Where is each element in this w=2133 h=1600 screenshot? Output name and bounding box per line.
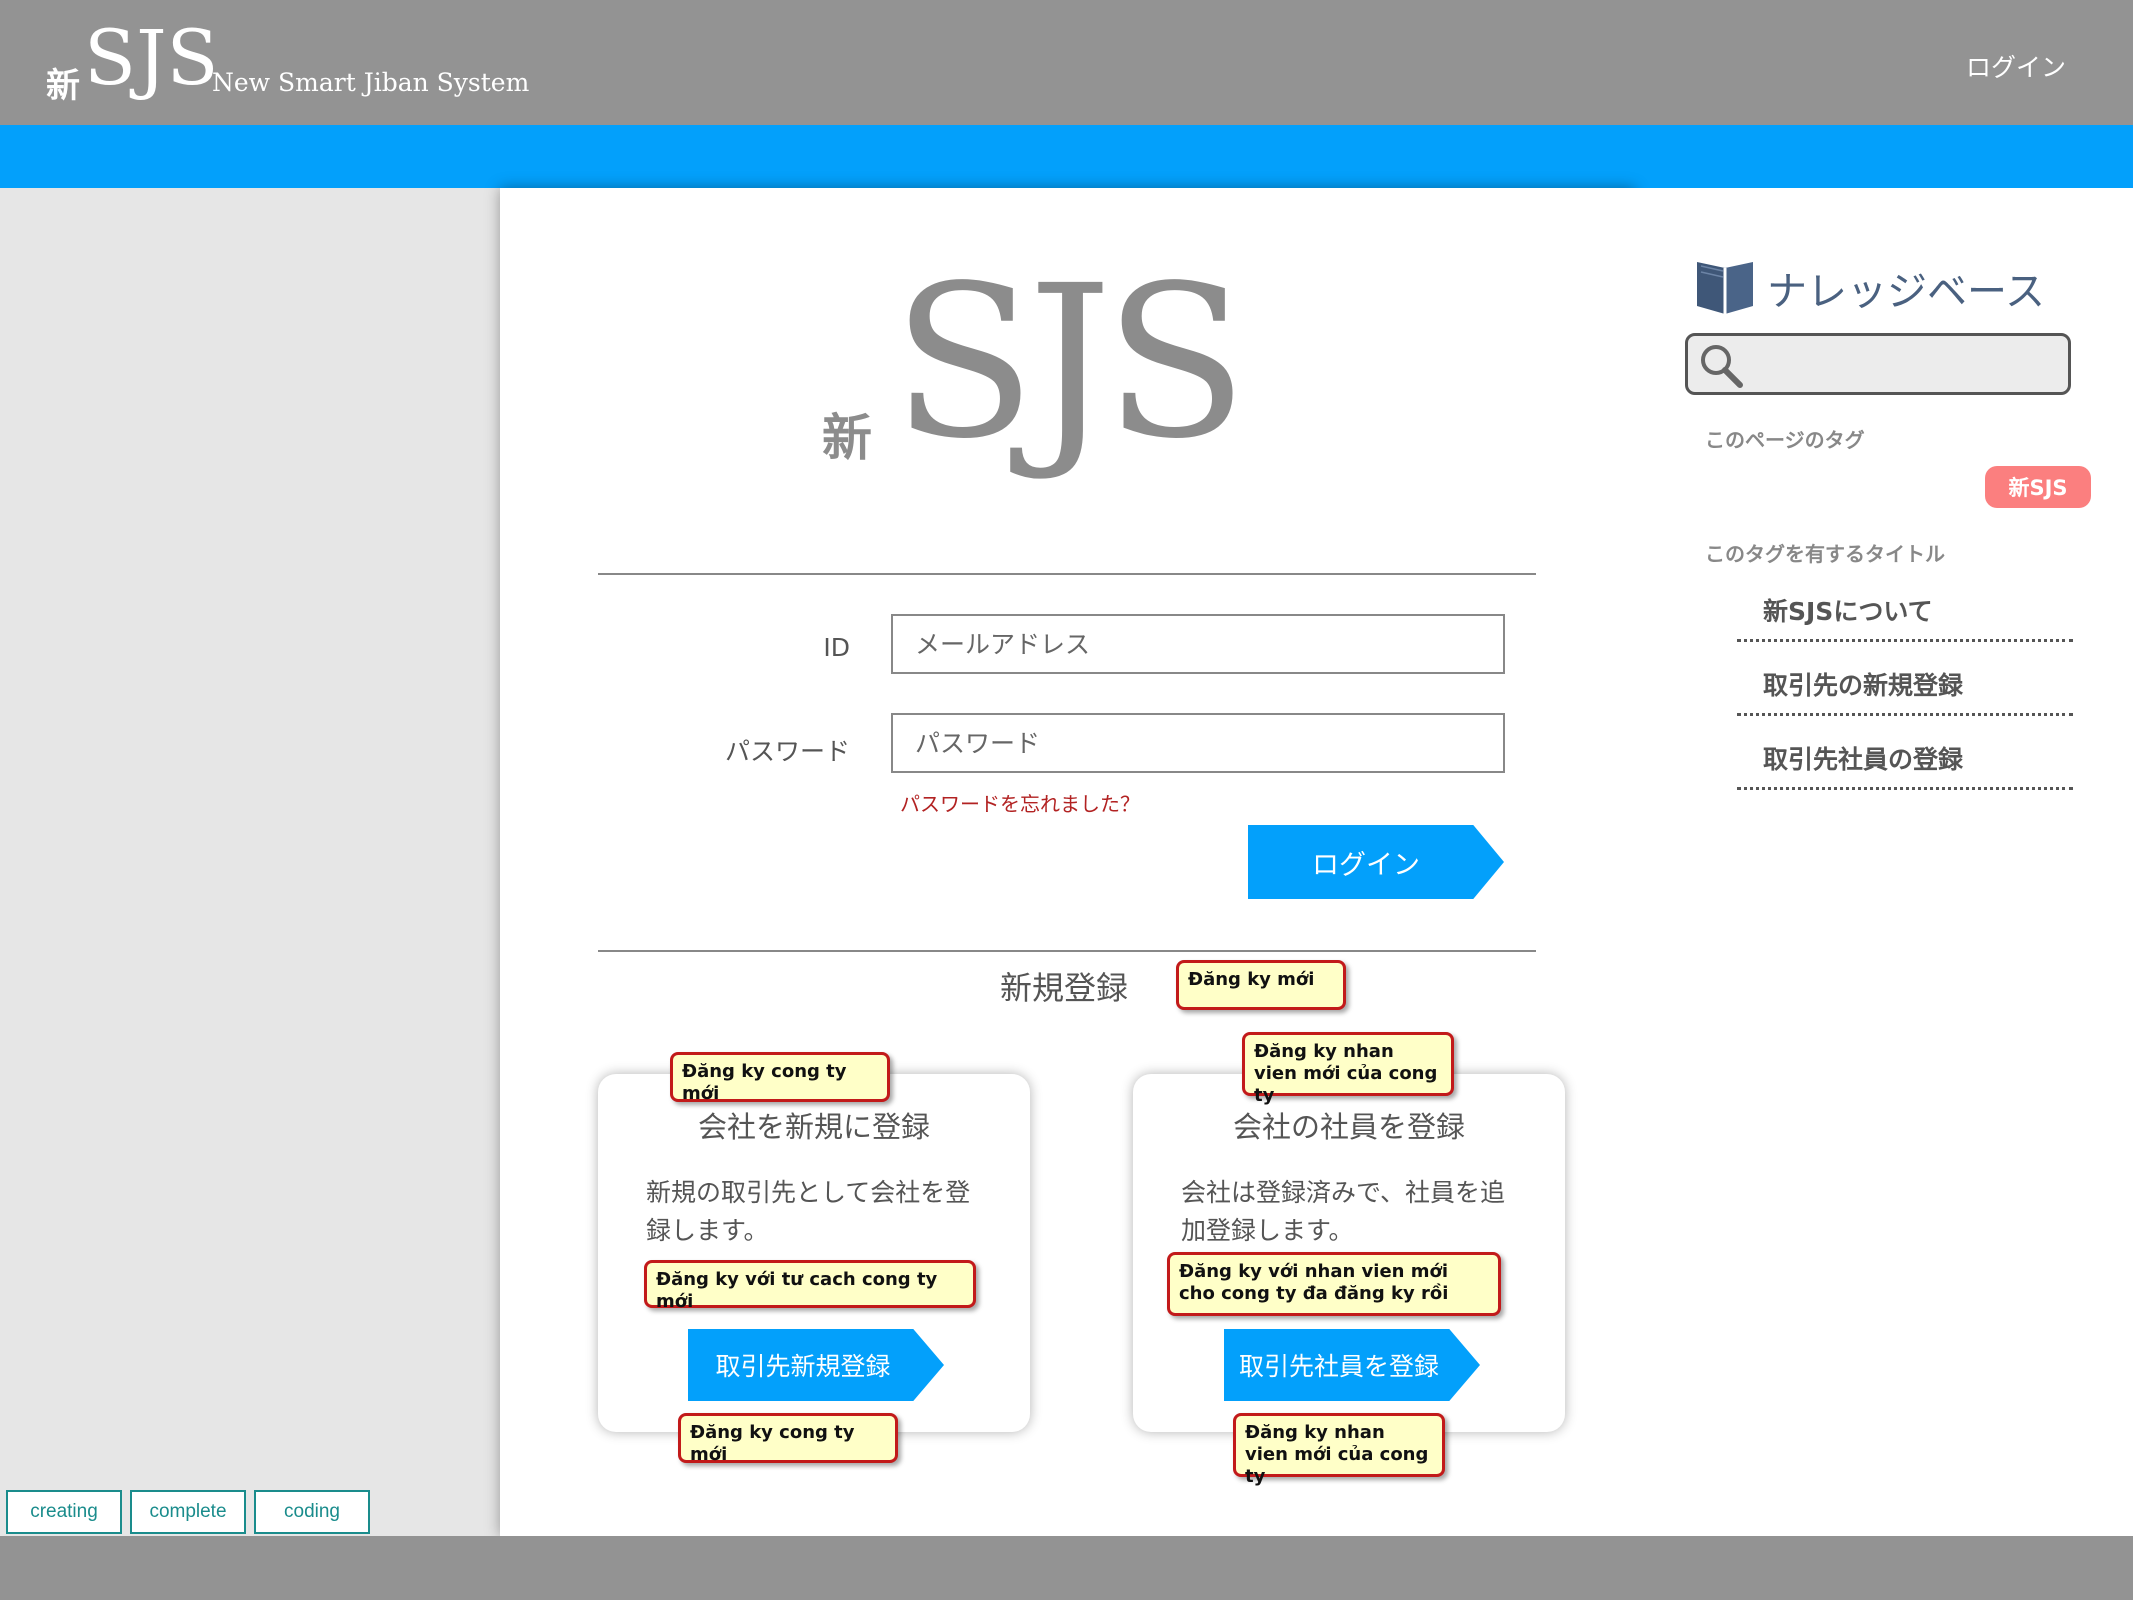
knowledge-base-header: ナレッジベース [1693,258,2045,318]
annotation-note: Đăng ky cong ty mới [670,1052,890,1104]
card-description: 会社は登録済みで、社員を追加登録します。 [1181,1178,1506,1245]
knowledge-base-title: ナレッジベース [1767,269,2045,315]
book-icon [1697,262,1753,314]
divider-bottom [598,950,1536,952]
annotation-note: Đăng ky với tư cach cong ty mới [644,1260,976,1312]
annotation-note: Đăng ky nhan vien mới của cong ty [1233,1413,1445,1487]
login-button[interactable]: ログイン [1248,825,1504,899]
knowledge-link-partner-employee[interactable]: 取引先社員の登録 [1737,740,2073,790]
magnifier-icon [1701,345,1743,388]
register-company-button[interactable]: 取引先新規登録 [688,1329,944,1401]
card-description: 新規の取引先として会社を登録します。 [646,1178,971,1245]
id-label: ID [823,633,850,662]
annotation-note: Đăng ky mới [1176,960,1346,1010]
knowledge-base-search-input[interactable] [1752,344,2052,384]
annotation-note: Đăng ky cong ty mới [678,1413,898,1465]
id-input[interactable] [891,614,1505,674]
status-tag-complete[interactable]: complete [130,1490,246,1534]
card-title: 会社の社員を登録 [1232,1110,1465,1144]
knowledge-base-search[interactable] [1685,333,2071,395]
header-logo-tagline: New Smart Jiban System [212,68,530,97]
page-tags-label: このページのタグ [1705,428,1865,452]
status-tags: creating complete coding [6,1490,370,1534]
annotation-note: Đăng ky nhan vien mới của cong ty [1242,1032,1454,1106]
tag-badge[interactable]: 新SJS [1985,466,2091,508]
status-tag-coding[interactable]: coding [254,1490,370,1534]
main-logo-kanji: 新 [822,409,872,467]
password-label: パスワード [724,737,850,766]
divider-top [598,573,1536,575]
register-employee-button[interactable]: 取引先社員を登録 [1224,1329,1480,1401]
forgot-password-link[interactable]: パスワードを忘れました？ [900,788,1140,817]
knowledge-link-about[interactable]: 新SJSについて [1737,592,2073,642]
status-tag-creating[interactable]: creating [6,1490,122,1534]
card-title: 会社を新規に登録 [697,1110,930,1144]
app-footer [0,1536,2133,1600]
left-gutter [0,188,500,1536]
main-logo-text: SJS [892,240,1248,485]
accent-band [0,125,2133,188]
header-login-link[interactable]: ログイン [1966,48,2066,84]
knowledge-link-new-partner[interactable]: 取引先の新規登録 [1737,666,2073,716]
register-section-title: 新規登録 [1000,969,1129,1007]
annotation-note: Đăng ky với nhan vien mới cho cong ty đa… [1167,1252,1501,1316]
tagged-titles-label: このタグを有するタイトル [1705,542,1945,566]
header-logo-kanji: 新 [46,66,80,106]
header-logo-text: SJS [84,13,219,102]
app-header [0,0,2133,125]
password-input[interactable] [891,713,1505,773]
